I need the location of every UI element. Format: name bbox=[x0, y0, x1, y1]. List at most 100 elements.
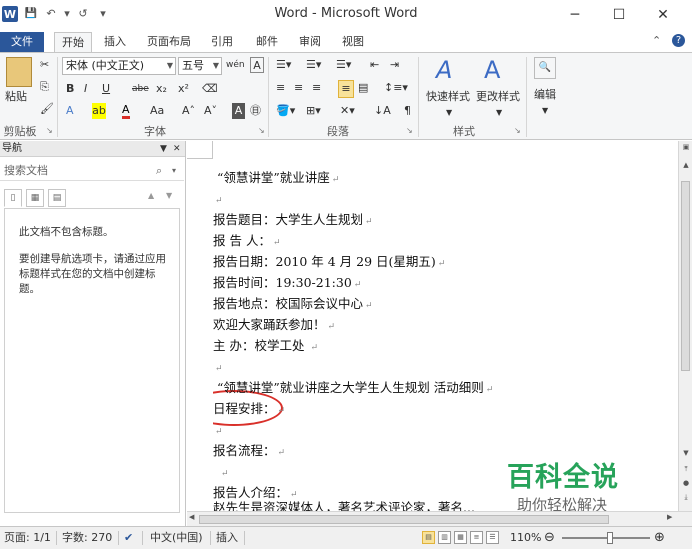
document-paragraph[interactable]: 报告题目：大学生人生规划 ↵ bbox=[213, 209, 373, 230]
document-paragraph[interactable]: 报告地点：校国际会议中心 ↵ bbox=[213, 293, 373, 314]
draft-view-icon[interactable]: ☰ bbox=[486, 531, 499, 544]
ruler-toggle-icon[interactable]: ▣ bbox=[679, 143, 692, 151]
full-screen-reading-icon[interactable]: ▥ bbox=[438, 531, 451, 544]
highlight-icon[interactable]: ab bbox=[92, 103, 106, 119]
scroll-up-icon[interactable]: ▲ bbox=[679, 161, 692, 169]
tab-mailings[interactable]: 邮件 bbox=[250, 32, 284, 52]
nav-options-icon[interactable]: ▼ bbox=[160, 141, 167, 157]
character-border-icon[interactable]: A bbox=[250, 57, 264, 73]
subscript-button[interactable]: x₂ bbox=[156, 81, 167, 97]
zoom-in-icon[interactable]: ⊕ bbox=[654, 527, 665, 549]
previous-page-icon[interactable]: ⤒ bbox=[679, 465, 692, 474]
tab-insert[interactable]: 插入 bbox=[98, 32, 132, 52]
search-icon[interactable]: ⌕ bbox=[156, 161, 162, 181]
vertical-scroll-thumb[interactable] bbox=[681, 181, 690, 371]
document-paragraph[interactable]: 赵先生是资深媒体人，著名艺术评论家，著名... bbox=[213, 497, 475, 511]
chevron-down-icon[interactable]: ▼ bbox=[446, 105, 452, 121]
phonetic-guide-icon[interactable]: wén bbox=[226, 57, 245, 73]
clipboard-launcher-icon[interactable]: ↘ bbox=[46, 126, 53, 135]
font-launcher-icon[interactable]: ↘ bbox=[258, 126, 265, 135]
scroll-left-icon[interactable]: ◀ bbox=[189, 513, 194, 521]
editing-button[interactable]: 编辑 bbox=[534, 87, 556, 103]
change-styles-icon[interactable]: A bbox=[484, 55, 500, 85]
maximize-button[interactable]: ☐ bbox=[604, 4, 634, 26]
tab-references[interactable]: 引用 bbox=[205, 32, 239, 52]
align-left-icon[interactable]: ≡ bbox=[276, 80, 285, 96]
underline-button[interactable]: U bbox=[102, 81, 110, 97]
horizontal-scroll-thumb[interactable] bbox=[199, 515, 609, 524]
line-spacing-icon[interactable]: ↕≡▾ bbox=[384, 80, 408, 96]
chevron-down-icon[interactable]: ▼ bbox=[496, 105, 502, 121]
align-center-icon[interactable]: ≡ bbox=[294, 80, 303, 96]
increase-indent-icon[interactable]: ⇥ bbox=[390, 57, 399, 73]
multilevel-list-icon[interactable]: ☰▾ bbox=[336, 57, 351, 73]
numbering-icon[interactable]: ☰▾ bbox=[306, 57, 321, 73]
status-language[interactable]: 中文(中国) bbox=[150, 527, 203, 549]
chevron-down-icon[interactable]: ▾ bbox=[172, 161, 176, 181]
status-page[interactable]: 页面: 1/1 bbox=[4, 527, 51, 549]
chevron-down-icon[interactable]: ▼ bbox=[542, 103, 548, 119]
document-paragraph[interactable]: 日程安排： ↵ bbox=[213, 398, 285, 419]
zoom-slider-thumb[interactable] bbox=[607, 532, 614, 544]
status-insert-mode[interactable]: 插入 bbox=[216, 527, 238, 549]
document-paragraph[interactable]: 欢迎大家踊跃参加！ ↵ bbox=[213, 314, 335, 335]
nav-tab-pages[interactable]: ▦ bbox=[26, 189, 44, 207]
document-paragraph[interactable]: 报告时间：19:30-21:30 ↵ bbox=[213, 272, 361, 293]
tab-view[interactable]: 视图 bbox=[336, 32, 370, 52]
cut-icon[interactable]: ✂ bbox=[40, 57, 49, 73]
horizontal-scrollbar[interactable]: ◀ ▶ bbox=[187, 511, 692, 526]
font-name-combo[interactable]: 宋体 (中文正文) ▼ bbox=[62, 57, 176, 75]
align-right-icon[interactable]: ≡ bbox=[312, 80, 321, 96]
change-case-button[interactable]: Aa bbox=[150, 103, 164, 119]
nav-prev-icon[interactable]: ▲ bbox=[148, 191, 154, 200]
grow-font-button[interactable]: A˄ bbox=[182, 103, 195, 119]
clear-formatting-icon[interactable]: ⌫ bbox=[202, 81, 218, 97]
scroll-down-icon[interactable]: ▼ bbox=[679, 449, 692, 457]
text-effects-icon[interactable]: A bbox=[66, 103, 74, 119]
paste-icon[interactable] bbox=[6, 57, 32, 87]
minimize-ribbon-icon[interactable]: ⌃ bbox=[652, 34, 661, 47]
close-button[interactable]: ✕ bbox=[648, 4, 678, 26]
nav-next-icon[interactable]: ▼ bbox=[166, 191, 172, 200]
sort-icon[interactable]: ↓A bbox=[374, 103, 391, 119]
find-binoculars-icon[interactable]: 🔍 bbox=[534, 57, 556, 79]
decrease-indent-icon[interactable]: ⇤ bbox=[370, 57, 379, 73]
nav-close-icon[interactable]: ✕ bbox=[173, 141, 181, 157]
enclose-characters-icon[interactable]: ㊐ bbox=[250, 103, 261, 119]
paragraph-launcher-icon[interactable]: ↘ bbox=[406, 126, 413, 135]
document-paragraph[interactable]: “领慧讲堂”就业讲座之大学生人生规划 活动细则 ↵ bbox=[217, 377, 493, 398]
zoom-out-icon[interactable]: ⊖ bbox=[544, 527, 555, 549]
styles-launcher-icon[interactable]: ↘ bbox=[514, 126, 521, 135]
justify-icon[interactable]: ≡ bbox=[338, 80, 354, 98]
next-page-icon[interactable]: ⤓ bbox=[679, 493, 692, 502]
borders-icon[interactable]: ⊞▾ bbox=[306, 103, 321, 119]
superscript-button[interactable]: x² bbox=[178, 81, 189, 97]
font-color-icon[interactable]: A bbox=[122, 103, 130, 119]
show-hide-marks-button[interactable]: ¶ bbox=[404, 103, 411, 119]
chinese-layout-icon[interactable]: ✕▾ bbox=[340, 103, 355, 119]
font-size-combo[interactable]: 五号 ▼ bbox=[178, 57, 222, 75]
distributed-icon[interactable]: ▤ bbox=[358, 80, 368, 96]
quick-styles-button[interactable]: 快速样式 bbox=[426, 89, 470, 105]
format-painter-icon[interactable]: 🖌 bbox=[40, 101, 54, 117]
strikethrough-button[interactable]: abe bbox=[132, 81, 149, 97]
tab-review[interactable]: 审阅 bbox=[293, 32, 327, 52]
bullets-icon[interactable]: ☰▾ bbox=[276, 57, 291, 73]
document-paragraph[interactable]: 报告日期：2010 年 4 月 29 日(星期五) ↵ bbox=[213, 251, 445, 272]
paste-button[interactable]: 粘贴 bbox=[5, 89, 27, 105]
document-paragraph[interactable]: ↵ bbox=[213, 419, 223, 440]
document-paragraph[interactable]: ↵ bbox=[219, 461, 229, 482]
zoom-level[interactable]: 110% bbox=[510, 527, 541, 549]
vertical-scrollbar[interactable]: ▣ ▲ ▼ ⤒ ● ⤓ bbox=[678, 141, 692, 511]
minimize-button[interactable]: ─ bbox=[560, 4, 590, 26]
scroll-right-icon[interactable]: ▶ bbox=[667, 513, 672, 521]
nav-search-input[interactable]: 搜索文档 ⌕ ▾ bbox=[0, 161, 184, 181]
status-word-count[interactable]: 字数: 270 bbox=[62, 527, 112, 549]
italic-button[interactable]: I bbox=[84, 81, 87, 97]
shading-icon[interactable]: 🪣▾ bbox=[276, 103, 295, 119]
document-paragraph[interactable]: ↵ bbox=[213, 356, 223, 377]
browse-object-icon[interactable]: ● bbox=[679, 479, 692, 487]
help-icon[interactable]: ? bbox=[672, 34, 685, 47]
document-paragraph[interactable]: 报 告 人： ↵ bbox=[213, 230, 281, 251]
proofing-icon[interactable]: ✔ bbox=[124, 527, 133, 549]
